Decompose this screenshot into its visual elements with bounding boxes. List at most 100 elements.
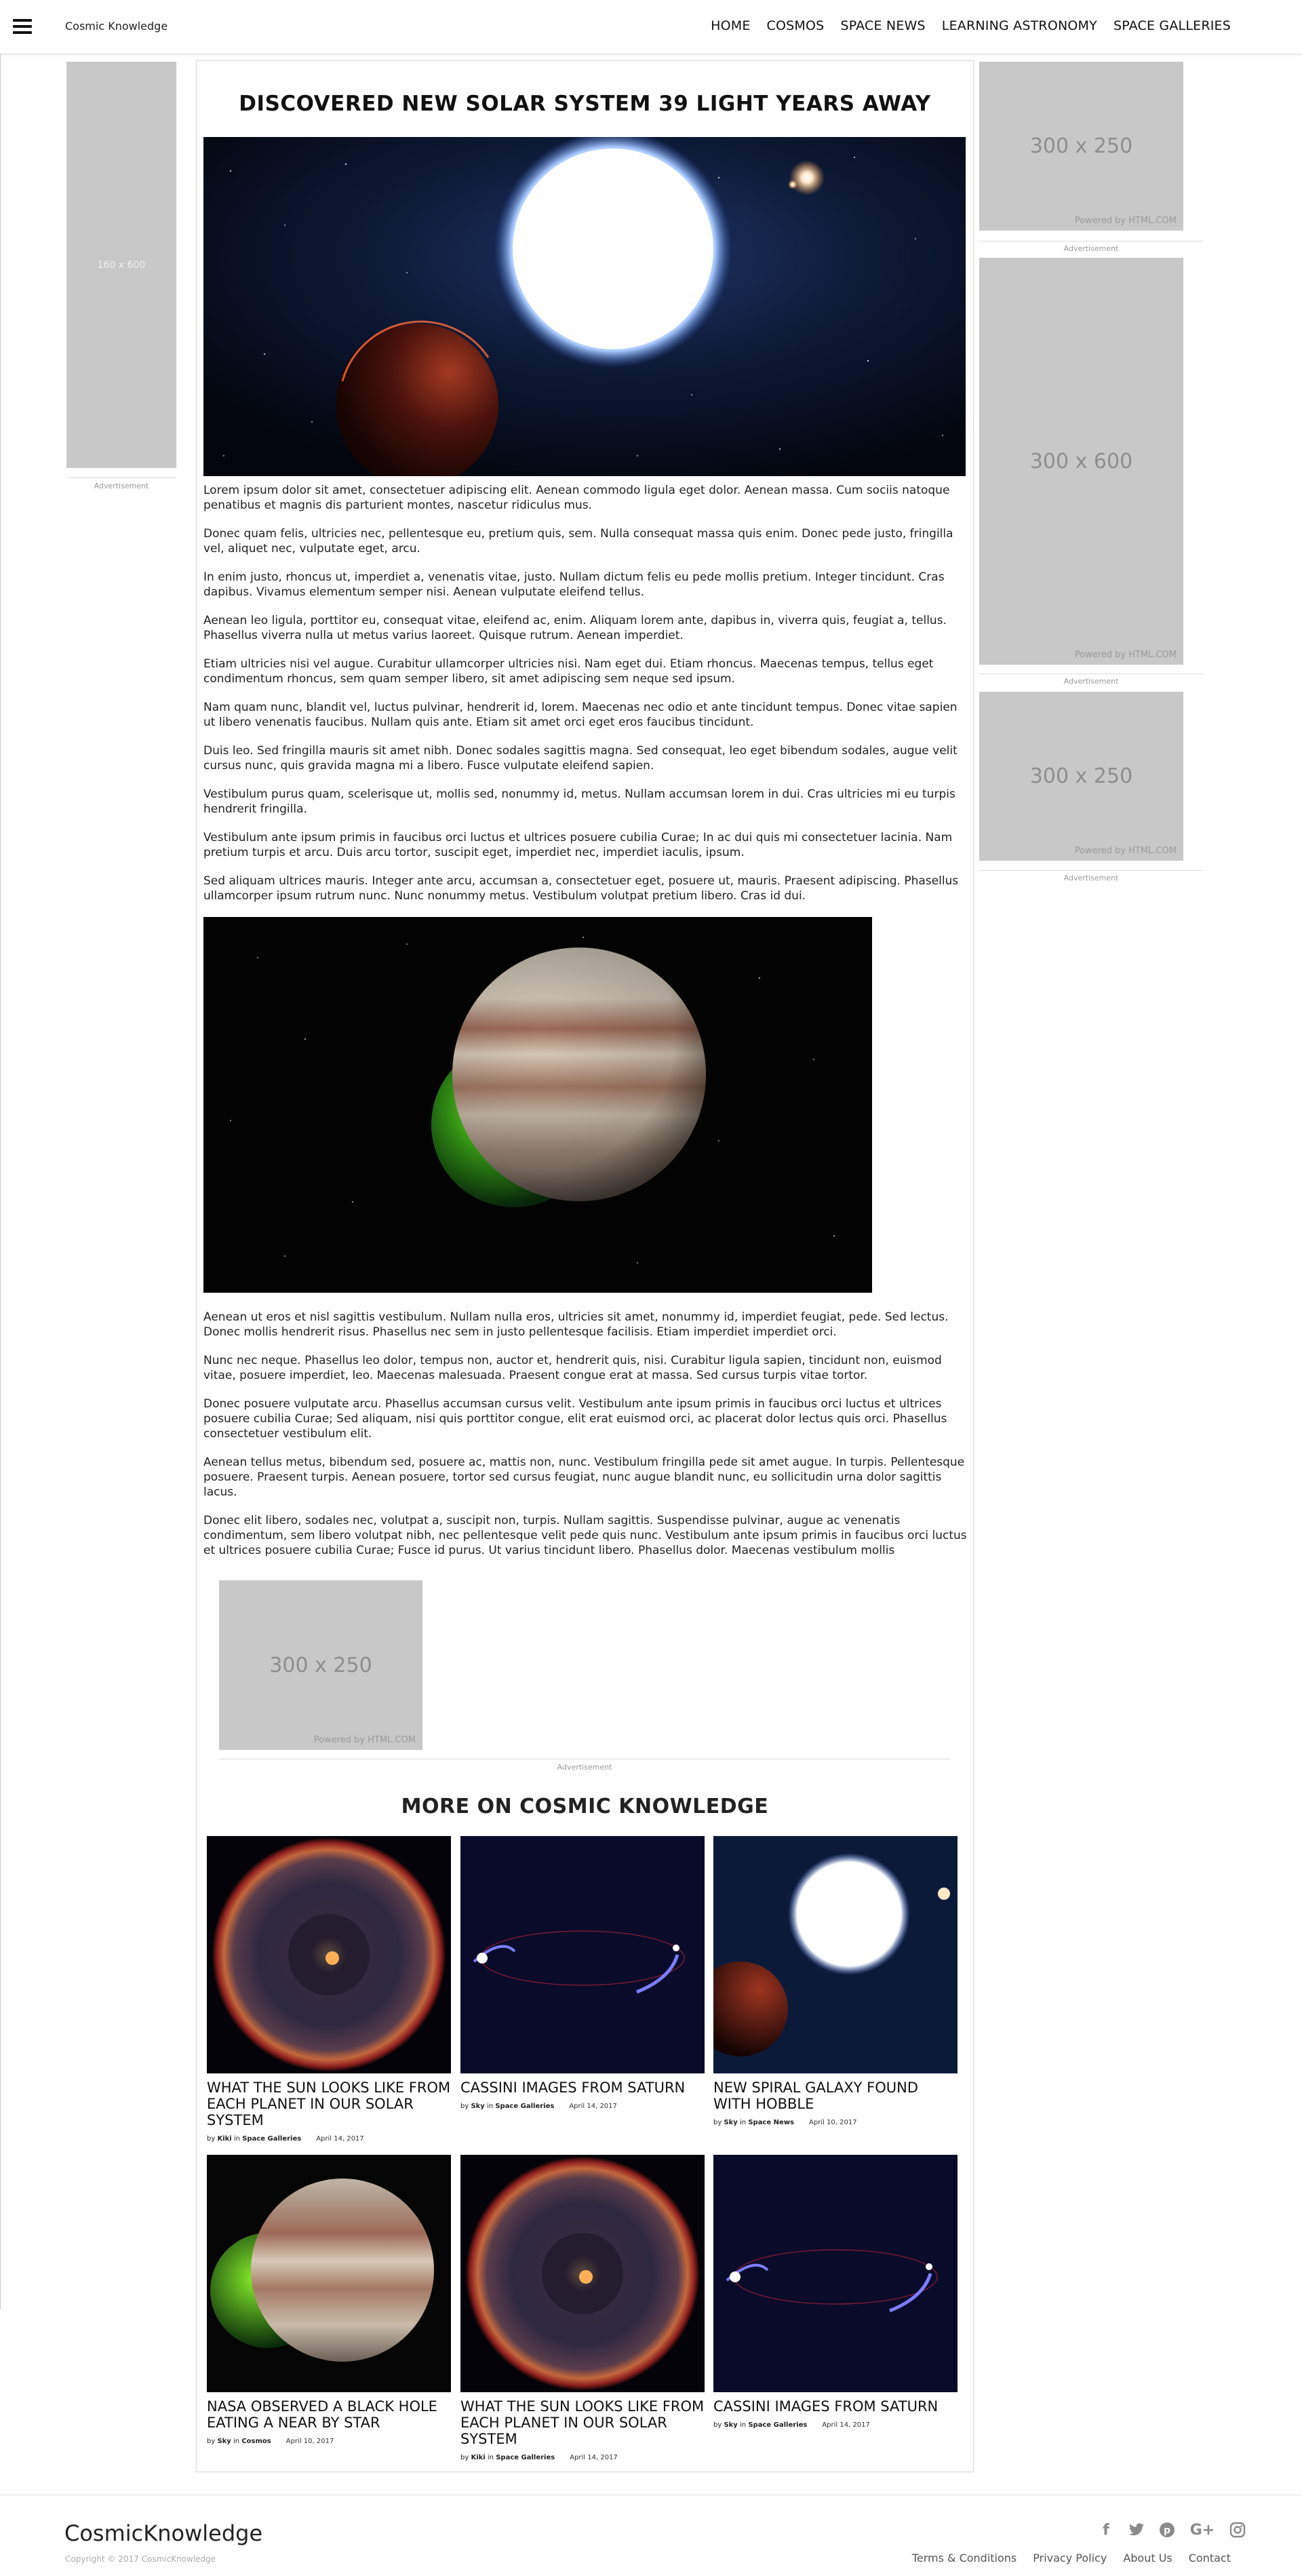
meta-category[interactable]: Space News xyxy=(748,2119,794,2126)
related-meta: by Kiki in Space Galleries April 14, 2017 xyxy=(207,2135,364,2143)
article-paragraph: Vestibulum ante ipsum primis in faucibus… xyxy=(203,831,953,859)
hero-image xyxy=(203,137,966,476)
meta-by: by xyxy=(460,2454,469,2461)
related-thumbnail[interactable] xyxy=(460,1836,705,2073)
meta-by: by xyxy=(460,2103,469,2110)
meta-author[interactable]: Sky xyxy=(217,2438,231,2445)
meta-in: in xyxy=(487,2103,494,2110)
meta-in: in xyxy=(487,2454,494,2461)
google-plus-icon[interactable]: G+ xyxy=(1187,2520,1217,2540)
meta-author[interactable]: Sky xyxy=(724,2421,737,2429)
footer-link-privacy[interactable]: Privacy Policy xyxy=(1033,2552,1107,2564)
related-title[interactable]: WHAT THE SUN LOOKS LIKE FROM EACH PLANET… xyxy=(460,2398,706,2447)
meta-in: in xyxy=(740,2421,747,2429)
footer-link-about[interactable]: About Us xyxy=(1123,2552,1172,2564)
ad-caption: Advertisement xyxy=(557,1763,612,1772)
right-ad-bottom[interactable]: 300 x 250 Powered by HTML.COM xyxy=(979,692,1183,861)
related-title[interactable]: NASA OBSERVED A BLACK HOLE EATING A NEAR… xyxy=(207,2398,452,2431)
site-header: Cosmic Knowledge HOME COSMOS SPACE NEWS … xyxy=(0,0,1302,54)
ad-size-label: 160 x 600 xyxy=(97,259,146,271)
meta-by: by xyxy=(713,2119,722,2126)
ad-size-label: 300 x 600 xyxy=(1029,449,1133,473)
footer-links: Terms & Conditions Privacy Policy About … xyxy=(912,2552,1231,2564)
related-title[interactable]: NEW SPIRAL GALAXY FOUND WITH HOBBLE xyxy=(713,2080,959,2112)
related-thumbnail[interactable] xyxy=(713,2155,958,2392)
pinterest-icon[interactable]: p xyxy=(1157,2520,1177,2540)
article-paragraph: Aenean leo ligula, porttitor eu, consequ… xyxy=(203,614,947,642)
footer-brand[interactable]: CosmicKnowledge xyxy=(64,2520,262,2546)
ad-powered-by: Powered by HTML.COM xyxy=(313,1735,416,1745)
article-paragraph: Donec posuere vulputate arcu. Phasellus … xyxy=(203,1397,947,1441)
meta-author[interactable]: Sky xyxy=(724,2119,737,2126)
meta-in: in xyxy=(233,2438,240,2445)
article-paragraph: Duis leo. Sed fringilla mauris sit amet … xyxy=(203,744,958,773)
hamburger-menu-icon[interactable] xyxy=(13,19,32,34)
ad-caption: Advertisement xyxy=(1063,677,1119,686)
right-ad-top[interactable]: 300 x 250 Powered by HTML.COM xyxy=(979,62,1183,231)
meta-author[interactable]: Kiki xyxy=(217,2135,231,2143)
meta-category[interactable]: Space Galleries xyxy=(242,2135,301,2143)
twitter-icon[interactable] xyxy=(1126,2520,1147,2540)
meta-category[interactable]: Space Galleries xyxy=(748,2421,807,2429)
copyright: Copyright © 2017 CosmicKnowledge xyxy=(65,2554,216,2564)
ad-size-label: 300 x 250 xyxy=(269,1653,372,1677)
svg-text:p: p xyxy=(1164,2525,1170,2536)
meta-date: April 14, 2017 xyxy=(316,2135,364,2143)
nav-home[interactable]: HOME xyxy=(711,18,750,33)
meta-date: April 14, 2017 xyxy=(822,2421,870,2429)
left-divider xyxy=(0,54,1,2309)
related-meta: by Sky in Space Galleries April 14, 2017 xyxy=(713,2421,870,2429)
article-paragraph: Lorem ipsum dolor sit amet, consectetuer… xyxy=(203,484,950,512)
site-brand[interactable]: Cosmic Knowledge xyxy=(65,20,167,33)
ad-caption: Advertisement xyxy=(94,482,149,490)
inline-ad[interactable]: 300 x 250 Powered by HTML.COM xyxy=(219,1580,422,1750)
meta-date: April 14, 2017 xyxy=(569,2103,617,2110)
meta-by: by xyxy=(713,2421,722,2429)
meta-in: in xyxy=(233,2135,241,2143)
article-planet-image xyxy=(203,917,872,1293)
related-title[interactable]: CASSINI IMAGES FROM SATURN xyxy=(713,2398,959,2415)
nav-space-galleries[interactable]: SPACE GALLERIES xyxy=(1113,18,1231,33)
more-heading: MORE ON COSMIC KNOWLEDGE xyxy=(401,1795,769,1818)
footer-link-terms[interactable]: Terms & Conditions xyxy=(912,2552,1017,2564)
nav-cosmos[interactable]: COSMOS xyxy=(767,18,825,33)
meta-category[interactable]: Cosmos xyxy=(241,2438,271,2445)
related-meta: by Sky in Cosmos April 10, 2017 xyxy=(207,2438,334,2445)
related-title[interactable]: CASSINI IMAGES FROM SATURN xyxy=(460,2080,706,2096)
article-paragraph: Nunc nec neque. Phasellus leo dolor, tem… xyxy=(203,1354,942,1382)
nav-learning-astronomy[interactable]: LEARNING ASTRONOMY xyxy=(942,18,1097,33)
facebook-icon[interactable]: f xyxy=(1096,2520,1116,2540)
meta-by: by xyxy=(207,2438,216,2445)
article-paragraph: Aenean tellus metus, bibendum sed, posue… xyxy=(203,1456,965,1499)
ad-divider xyxy=(66,477,176,478)
right-ad-mid[interactable]: 300 x 600 Powered by HTML.COM xyxy=(979,258,1183,665)
meta-author[interactable]: Sky xyxy=(471,2103,484,2110)
related-title[interactable]: WHAT THE SUN LOOKS LIKE FROM EACH PLANET… xyxy=(207,2080,452,2128)
meta-category[interactable]: Space Galleries xyxy=(496,2454,555,2461)
instagram-icon[interactable] xyxy=(1227,2520,1248,2540)
article-paragraph: Vestibulum purus quam, scelerisque ut, m… xyxy=(203,787,955,816)
article-paragraph: Donec elit libero, sodales nec, volutpat… xyxy=(203,1514,967,1557)
related-meta: by Sky in Space News April 10, 2017 xyxy=(713,2119,857,2126)
article-paragraph: Aenean ut eros et nisl sagittis vestibul… xyxy=(203,1310,949,1339)
nav-space-news[interactable]: SPACE NEWS xyxy=(840,18,925,33)
site-footer: CosmicKnowledge Copyright © 2017 CosmicK… xyxy=(0,2495,1302,2576)
meta-date: April 10, 2017 xyxy=(285,2438,334,2445)
footer-link-contact[interactable]: Contact xyxy=(1189,2552,1231,2564)
article-title: DISCOVERED NEW SOLAR SYSTEM 39 LIGHT YEA… xyxy=(239,92,931,116)
related-thumbnail[interactable] xyxy=(460,2155,705,2392)
meta-date: April 14, 2017 xyxy=(570,2454,618,2461)
ad-caption: Advertisement xyxy=(1063,244,1119,253)
related-thumbnail[interactable] xyxy=(713,1836,958,2073)
left-skyscraper-ad[interactable]: 160 x 600 xyxy=(66,62,176,468)
related-thumbnail[interactable] xyxy=(207,2155,451,2392)
meta-in: in xyxy=(740,2119,747,2126)
article-paragraph: Donec quam felis, ultricies nec, pellent… xyxy=(203,527,953,555)
ad-powered-by: Powered by HTML.COM xyxy=(1074,650,1177,660)
meta-category[interactable]: Space Galleries xyxy=(495,2103,554,2110)
meta-date: April 10, 2017 xyxy=(808,2119,857,2126)
related-thumbnail[interactable] xyxy=(207,1836,451,2073)
ad-powered-by: Powered by HTML.COM xyxy=(1074,216,1177,226)
meta-author[interactable]: Kiki xyxy=(471,2454,485,2461)
article-paragraph: Sed aliquam ultrices mauris. Integer ant… xyxy=(203,874,959,903)
